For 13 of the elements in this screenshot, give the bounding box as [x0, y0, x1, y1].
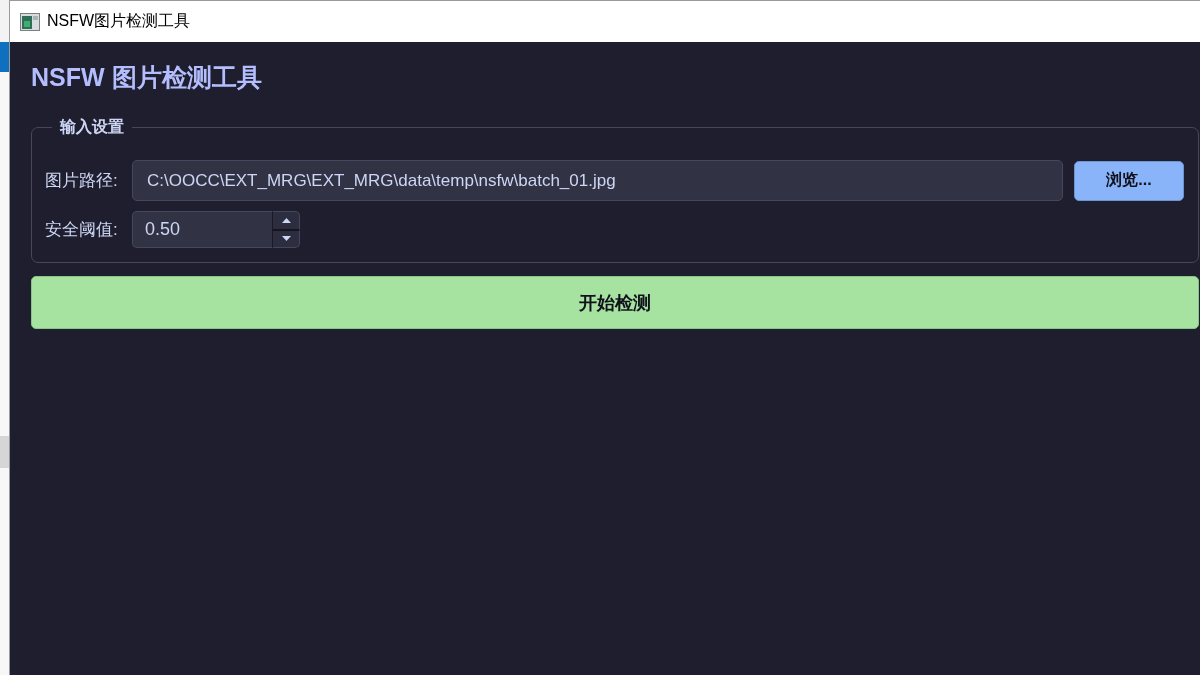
threshold-input-field[interactable]: 0.50	[132, 211, 272, 248]
down-triangle-icon	[281, 236, 291, 242]
spin-up-button[interactable]	[272, 211, 300, 231]
up-triangle-icon	[281, 217, 291, 223]
path-input-field[interactable]: C:\OOCC\EXT_MRG\EXT_MRG\data\temp\nsfw\batch_01.jpg	[132, 160, 1063, 201]
window-title: NSFW图片检测工具	[47, 11, 191, 31]
threshold-label: 安全阈值:	[45, 219, 119, 241]
browse-button[interactable]: 浏览...	[1074, 160, 1184, 201]
start-button[interactable]: 开始检测	[31, 276, 1199, 329]
group-title: 输入设置	[58, 117, 125, 137]
app-icon	[20, 12, 40, 31]
path-label: 图片路径:	[45, 170, 119, 192]
app-heading: NSFW 图片检测工具	[31, 62, 262, 93]
